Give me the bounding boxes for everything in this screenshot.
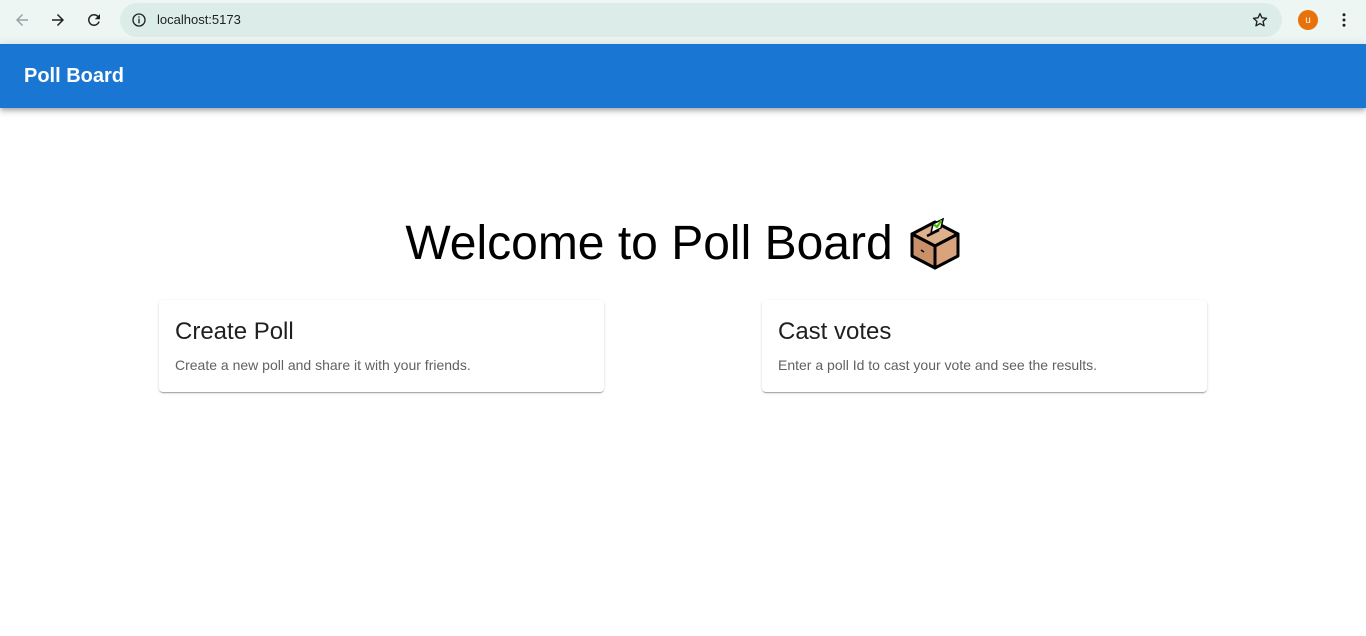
- page-title: Welcome to Poll Board: [405, 217, 893, 270]
- arrow-right-icon: [52, 14, 64, 26]
- profile-avatar[interactable]: u: [1298, 10, 1318, 30]
- cast-votes-title: Cast votes: [778, 318, 892, 345]
- app-bar: Poll Board: [0, 44, 1366, 108]
- create-poll-title: Create Poll: [175, 318, 294, 345]
- ballot-box-icon: [910, 217, 960, 270]
- app-title: Poll Board: [24, 65, 125, 87]
- create-poll-card[interactable]: Create Poll Create a new poll and share …: [159, 300, 604, 392]
- cast-votes-card[interactable]: Cast votes Enter a poll Id to cast your …: [762, 300, 1207, 392]
- reload-button[interactable]: [78, 6, 110, 34]
- bookmark-star-icon[interactable]: [1250, 10, 1270, 30]
- more-vert-icon: [1342, 13, 1346, 27]
- site-info-icon[interactable]: [126, 7, 152, 33]
- url-text[interactable]: localhost:5173: [157, 12, 241, 27]
- back-button[interactable]: [6, 6, 38, 34]
- arrow-left-icon: [16, 14, 28, 26]
- address-bar[interactable]: localhost:5173: [120, 3, 1282, 37]
- browser-menu-button[interactable]: [1333, 8, 1355, 32]
- create-poll-description: Create a new poll and share it with your…: [175, 357, 471, 373]
- reload-icon: [88, 14, 100, 26]
- page-title-row: Welcome to Poll Board: [0, 214, 1366, 274]
- browser-toolbar: localhost:5173 u: [0, 0, 1366, 44]
- cast-votes-description: Enter a poll Id to cast your vote and se…: [778, 357, 1098, 373]
- forward-button[interactable]: [42, 6, 74, 34]
